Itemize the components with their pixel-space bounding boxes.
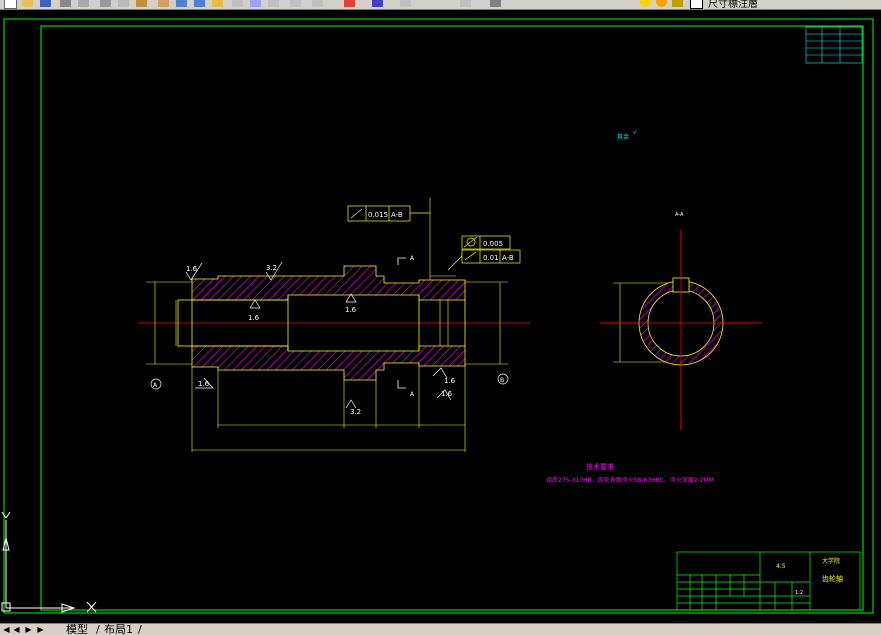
- tech-text: 调质275-310HB，齿轮表面淬火58-63HRC，淬火深度2-2MM: [546, 476, 714, 484]
- section-view: [600, 230, 762, 430]
- calculator-icon[interactable]: [372, 0, 383, 7]
- zoom-window-icon[interactable]: [250, 0, 261, 7]
- datum-b-label: B: [500, 377, 504, 384]
- undo-icon[interactable]: [176, 0, 187, 7]
- school-text: 大学院: [822, 557, 840, 565]
- toolbar: 尺寸標注層: [0, 0, 881, 10]
- cut-icon[interactable]: [100, 0, 111, 7]
- lightbulb-icon[interactable]: [640, 0, 651, 7]
- inner-frame: [40, 25, 864, 611]
- open-icon[interactable]: [22, 0, 33, 7]
- section-marker-bottom: [397, 380, 406, 389]
- section-marker-top: [397, 257, 406, 265]
- preview-icon[interactable]: [78, 0, 89, 7]
- copy-icon[interactable]: [118, 0, 129, 7]
- scale-value-text: 4.5: [776, 563, 786, 570]
- section-marker-bottom-label: A: [410, 391, 415, 398]
- tab-separator: /: [96, 623, 100, 635]
- color-icon[interactable]: [690, 0, 703, 9]
- remark-text: 其余: [617, 133, 629, 141]
- print-icon[interactable]: [60, 0, 71, 7]
- tech-title: 技术要求: [586, 462, 614, 471]
- help-icon[interactable]: [400, 0, 411, 7]
- tolerance-2-value: 0.005: [483, 240, 503, 248]
- scale-text: 1:2: [795, 590, 803, 596]
- tolerance-frame-1: [347, 205, 430, 222]
- next-tab-icon[interactable]: ▶: [24, 625, 33, 634]
- tab-layout1[interactable]: 布局1: [104, 624, 133, 635]
- parameter-table: [805, 26, 863, 64]
- dimension-lines: [146, 198, 680, 452]
- section-marker-top-label: A: [410, 255, 415, 262]
- layer-name[interactable]: 尺寸標注層: [708, 0, 758, 9]
- roughness-7: 1.6: [444, 377, 456, 385]
- tool-palette-icon[interactable]: [344, 0, 355, 7]
- ucs-icon: [1, 511, 97, 613]
- roughness-8: 1.6: [441, 390, 453, 398]
- roughness-4: 1.6: [345, 306, 357, 314]
- layer-state-icon[interactable]: [490, 0, 501, 7]
- match-icon[interactable]: [158, 0, 169, 7]
- roughness-5: 1.6: [198, 380, 210, 388]
- design-center-icon[interactable]: [312, 0, 323, 7]
- properties-icon[interactable]: [290, 0, 301, 7]
- prev-tab-icon[interactable]: ◀: [12, 625, 21, 634]
- outer-frame: [3, 18, 874, 614]
- roughness-1: 1.6: [186, 265, 198, 273]
- roughness-6: 3.2: [350, 408, 361, 416]
- redo-icon[interactable]: [194, 0, 205, 7]
- tolerance-3-value: 0.01: [483, 254, 499, 262]
- new-icon[interactable]: [4, 0, 17, 9]
- tolerance-1-datum: A-B: [391, 211, 403, 219]
- drawing-svg[interactable]: 4.5 大学院 齿轮轴 1:2 其余 √ A-A 0.015 A-B 0.005…: [0, 10, 881, 623]
- section-title-text: A-A: [675, 212, 684, 218]
- roughness-2: 3.2: [266, 264, 277, 272]
- tab-separator-2: /: [138, 623, 142, 635]
- lock-icon[interactable]: [672, 0, 683, 7]
- zoom-previous-icon[interactable]: [268, 0, 279, 7]
- remark-roughness-symbol: √: [633, 129, 637, 136]
- drawing-canvas[interactable]: 4.5 大学院 齿轮轴 1:2 其余 √ A-A 0.015 A-B 0.005…: [0, 10, 881, 623]
- save-icon[interactable]: [40, 0, 51, 7]
- tab-model[interactable]: 模型: [66, 624, 88, 635]
- paste-icon[interactable]: [136, 0, 147, 7]
- layer-manager-icon[interactable]: [460, 0, 471, 7]
- first-tab-icon[interactable]: ◀: [2, 625, 11, 634]
- last-tab-icon[interactable]: ▶: [36, 625, 45, 634]
- zoom-icon[interactable]: [232, 0, 243, 7]
- part-name-text: 齿轮轴: [822, 574, 843, 583]
- tolerance-3-datum: A-B: [502, 254, 514, 262]
- layout-tabs-bar: ◀ ◀ ▶ ▶ 模型 / 布局1 /: [0, 623, 881, 635]
- datum-a-label: A: [153, 382, 158, 389]
- sun-icon[interactable]: [656, 0, 667, 7]
- tolerance-1-value: 0.015: [368, 211, 388, 219]
- roughness-3: 1.6: [248, 314, 260, 322]
- pan-icon[interactable]: [212, 0, 223, 7]
